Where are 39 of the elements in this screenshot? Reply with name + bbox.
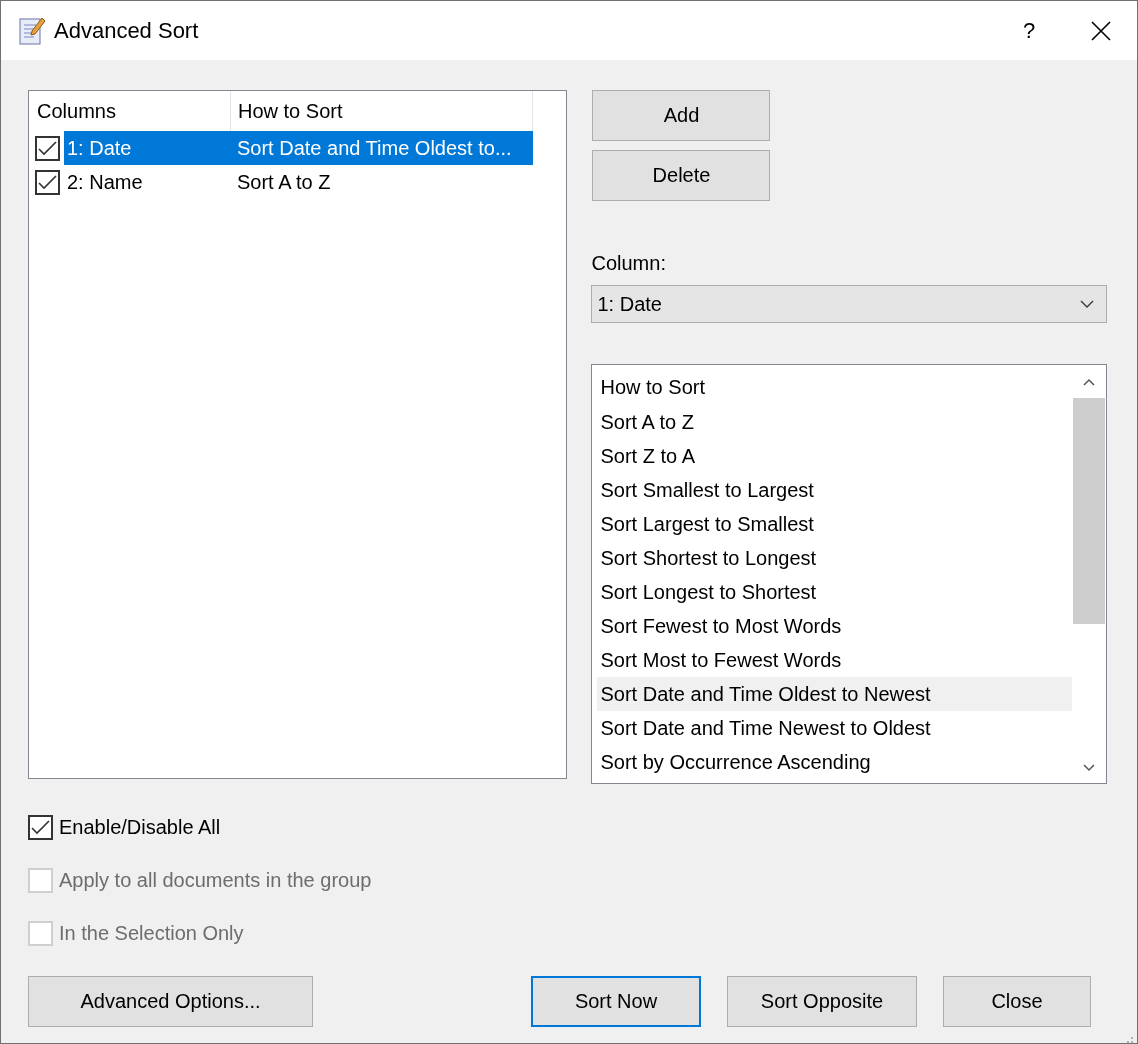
footer-button[interactable]: Advanced Options...: [28, 976, 313, 1027]
list-header: How to Sort: [599, 374, 706, 400]
list-item[interactable]: Sort Date and Time Oldest to Newest: [597, 677, 1072, 711]
help-button[interactable]: ?: [993, 1, 1065, 60]
notepad-icon: [18, 15, 46, 46]
chevron-down-icon: [1083, 764, 1095, 772]
list-item[interactable]: Sort Largest to Smallest: [597, 507, 1072, 541]
chevron-up-icon: [1083, 378, 1095, 386]
column-label: Column:: [591, 252, 667, 275]
side-button[interactable]: Add: [592, 90, 771, 141]
row-checkbox[interactable]: [35, 169, 60, 195]
side-button[interactable]: Delete: [592, 150, 771, 201]
list-item[interactable]: Sort A to Z: [597, 405, 1072, 439]
window-title: Advanced Sort: [54, 17, 200, 44]
check-icon: [31, 819, 50, 835]
list-item[interactable]: Sort Longest to Shortest: [597, 575, 1072, 609]
table-row[interactable]: 1: Date Sort Date and Time Oldest to...: [64, 131, 533, 165]
option-label: In the Selection Only: [59, 921, 244, 945]
option-checkbox[interactable]: [28, 814, 53, 840]
list-item[interactable]: Sort Fewest to Most Words: [597, 609, 1072, 643]
check-icon: [38, 174, 57, 190]
option-label: Apply to all documents in the group: [59, 868, 372, 892]
check-icon: [38, 140, 57, 156]
footer-button[interactable]: Sort Opposite: [727, 976, 917, 1027]
list-item[interactable]: Sort Z to A: [597, 439, 1072, 473]
list-item[interactable]: Sort Smallest to Largest: [597, 473, 1072, 507]
list-item[interactable]: Sort Date and Time Newest to Oldest: [597, 711, 1072, 745]
list-item[interactable]: Sort by Occurrence Ascending: [597, 745, 1072, 779]
scrollbar-thumb[interactable]: [1073, 398, 1105, 624]
close-icon: [1091, 20, 1111, 41]
footer-button[interactable]: Close: [943, 976, 1091, 1027]
footer-button[interactable]: Sort Now: [531, 976, 701, 1027]
list-item[interactable]: Sort Most to Fewest Words: [597, 643, 1072, 677]
list-item[interactable]: Sort Shortest to Longest: [597, 541, 1072, 575]
column-dropdown[interactable]: 1: Date: [591, 285, 1107, 323]
row-checkbox[interactable]: [35, 135, 60, 161]
table-row[interactable]: 2: Name Sort A to Z: [64, 165, 533, 199]
chevron-down-icon: [1080, 300, 1094, 308]
option-label: Enable/Disable All: [59, 815, 221, 839]
